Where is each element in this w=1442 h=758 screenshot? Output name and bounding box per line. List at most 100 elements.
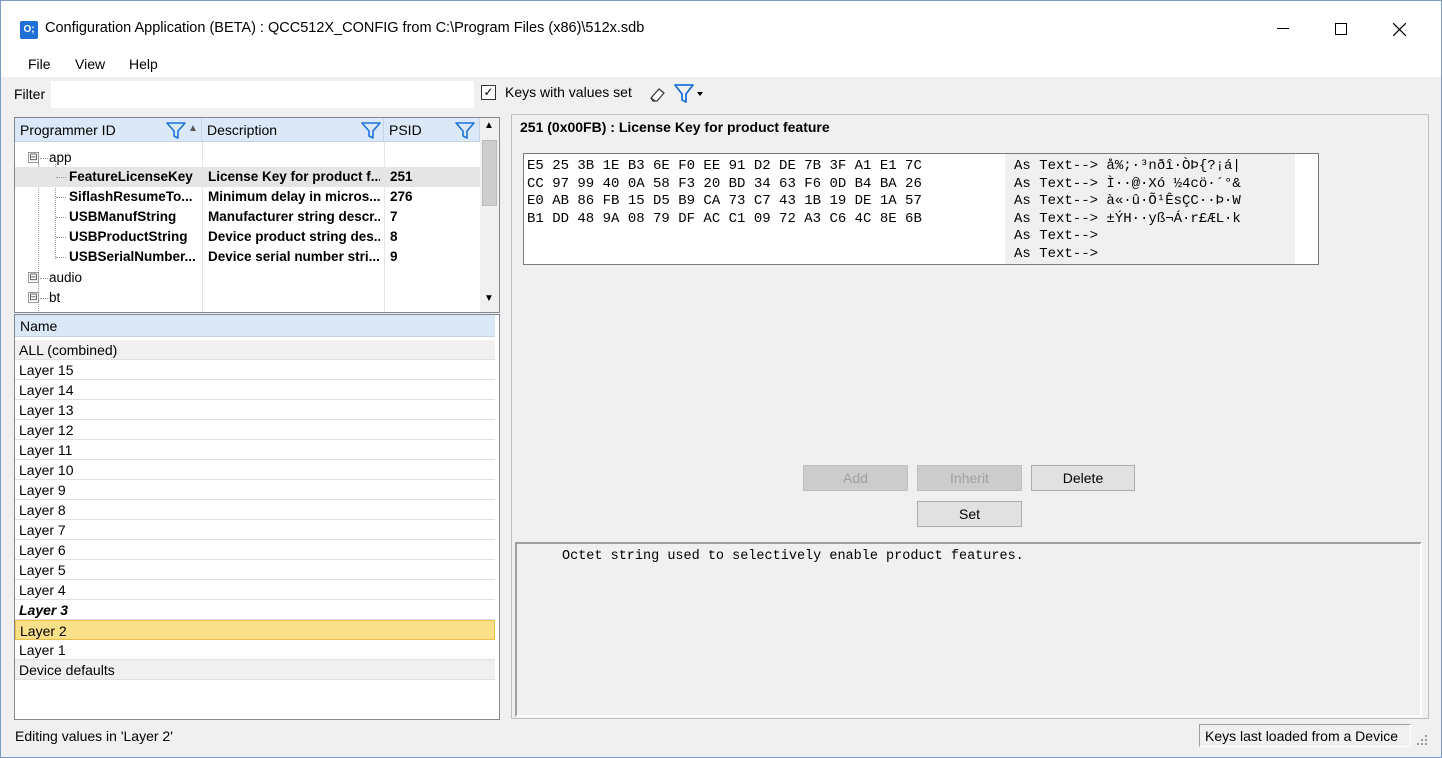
layer-item[interactable]: Layer 12 <box>15 420 495 440</box>
layer-item-selected[interactable]: Layer 2 <box>15 620 495 640</box>
status-text: Editing values in 'Layer 2' <box>15 728 173 744</box>
column-filter-icon[interactable] <box>360 121 382 139</box>
layer-item[interactable]: Layer 13 <box>15 400 495 420</box>
table-row[interactable]: USBProductString Device product string d… <box>15 227 481 247</box>
hex-line: CC 97 99 40 0A 58 F3 20 BD 34 63 F6 0D B… <box>527 176 922 192</box>
add-button[interactable]: Add <box>803 465 908 491</box>
layer-item[interactable]: Layer 9 <box>15 480 495 500</box>
maximize-icon <box>1335 23 1347 35</box>
grid-scrollbar[interactable]: ▲ ▼ <box>480 118 499 312</box>
hex-line: E0 AB 86 FB 15 D5 B9 CA 73 C7 43 1B 19 D… <box>527 193 922 209</box>
keys-with-values-checkbox[interactable]: ✓ <box>481 85 496 100</box>
eraser-icon[interactable] <box>648 85 668 103</box>
tree-line <box>56 197 66 198</box>
layer-list: Name ALL (combined) Layer 15 Layer 14 La… <box>14 314 500 720</box>
status-load-source: Keys last loaded from a Device <box>1199 724 1411 747</box>
table-row[interactable]: USBSerialNumber... Device serial number … <box>15 247 481 267</box>
column-programmer-id-label: Programmer ID <box>20 122 116 138</box>
layer-item[interactable]: Layer 4 <box>15 580 495 600</box>
cell-description: Minimum delay in micros... <box>208 189 380 204</box>
cell-psid: 8 <box>390 229 398 244</box>
layer-item[interactable]: Layer 15 <box>15 360 495 380</box>
maximize-button[interactable] <box>1318 9 1364 49</box>
as-text-line: As Text--> à«·û·Õ¹ÊsÇC··Þ·W <box>1014 193 1241 209</box>
app-window: O; Configuration Application (BETA) : QC… <box>0 0 1442 758</box>
layer-item[interactable]: Layer 11 <box>15 440 495 460</box>
cell-description: Device serial number stri... <box>208 249 380 264</box>
layer-item[interactable]: Layer 7 <box>15 520 495 540</box>
column-filter-icon[interactable] <box>454 121 476 139</box>
as-text-line: As Text--> Ì··@·Xó ½4cö·´°& <box>1014 176 1241 192</box>
column-filter-icon[interactable] <box>165 121 187 139</box>
column-psid[interactable]: PSID <box>384 118 480 142</box>
description-text: Octet string used to selectively enable … <box>562 549 1024 564</box>
layer-item[interactable]: Device defaults <box>15 660 495 680</box>
layer-item[interactable]: Layer 6 <box>15 540 495 560</box>
tree-line <box>56 257 66 258</box>
filter-label: Filter <box>14 86 46 102</box>
cell-programmer-id: USBSerialNumber... <box>69 249 196 264</box>
inherit-button[interactable]: Inherit <box>917 465 1022 491</box>
hex-editor[interactable]: E5 25 3B 1E B3 6E F0 EE 91 D2 DE 7B 3F A… <box>523 153 1319 265</box>
layer-item[interactable]: Layer 10 <box>15 460 495 480</box>
filter-funnel-dropdown-icon[interactable] <box>673 83 707 105</box>
as-text-line: As Text--> å%;·³nðî·ÒÞ{?¡á| <box>1014 158 1241 174</box>
layer-item[interactable]: Layer 3 <box>15 600 495 620</box>
column-description[interactable]: Description <box>202 118 384 142</box>
group-label: app <box>49 150 72 165</box>
collapse-icon[interactable]: ⊟ <box>28 152 39 163</box>
cell-programmer-id: USBProductString <box>69 229 188 244</box>
layer-item[interactable]: Layer 8 <box>15 500 495 520</box>
as-text-column: As Text--> å%;·³nðî·ÒÞ{?¡á| As Text--> Ì… <box>1005 154 1295 264</box>
menu-view[interactable]: View <box>75 56 105 72</box>
table-row[interactable]: FeatureLicenseKey License Key for produc… <box>15 167 481 187</box>
cell-psid: 276 <box>390 189 413 204</box>
tree-group-app[interactable]: ⊟ app <box>15 148 481 168</box>
key-heading: 251 (0x00FB) : License Key for product f… <box>520 119 830 135</box>
cell-programmer-id: FeatureLicenseKey <box>69 169 193 184</box>
column-description-label: Description <box>207 122 278 138</box>
minimize-button[interactable] <box>1260 9 1306 49</box>
resize-grip-icon[interactable] <box>1415 733 1429 747</box>
keys-with-values-label: Keys with values set <box>505 84 632 100</box>
collapse-icon[interactable]: ⊟ <box>28 272 39 283</box>
cell-psid: 7 <box>390 209 398 224</box>
group-label: bt <box>49 290 61 305</box>
layer-item[interactable]: Layer 5 <box>15 560 495 580</box>
minimize-icon <box>1277 28 1289 29</box>
filter-input[interactable] <box>51 81 474 108</box>
description-box: Octet string used to selectively enable … <box>515 542 1422 717</box>
column-programmer-id[interactable]: Programmer ID ▲ <box>15 118 202 142</box>
layer-list-header[interactable]: Name <box>15 315 495 337</box>
tree-group-audio[interactable]: ⊟ audio <box>15 268 481 288</box>
collapse-icon[interactable]: ⊟ <box>28 292 39 303</box>
layer-item[interactable]: Layer 14 <box>15 380 495 400</box>
table-row[interactable]: USBManufString Manufacturer string descr… <box>15 207 481 227</box>
cell-programmer-id: USBManufString <box>69 209 177 224</box>
scroll-up-icon[interactable]: ▲ <box>484 120 494 131</box>
scrollbar-thumb[interactable] <box>482 140 497 206</box>
close-button[interactable] <box>1376 9 1422 49</box>
table-row[interactable]: SiflashResumeTo... Minimum delay in micr… <box>15 187 481 207</box>
sort-ascending-icon: ▲ <box>188 123 198 134</box>
layer-item[interactable]: ALL (combined) <box>15 340 495 360</box>
tree-line <box>56 237 66 238</box>
menu-file[interactable]: File <box>28 56 51 72</box>
delete-button[interactable]: Delete <box>1031 465 1135 491</box>
as-text-line: As Text--> <box>1014 246 1099 262</box>
layer-item[interactable]: Layer 1 <box>15 640 495 660</box>
tree-line <box>40 298 48 299</box>
cell-programmer-id: SiflashResumeTo... <box>69 189 193 204</box>
tree-line <box>56 217 66 218</box>
set-button[interactable]: Set <box>917 501 1022 527</box>
menu-bar: File View Help <box>1 51 1441 77</box>
tree-line <box>56 177 66 178</box>
tree-group-bt[interactable]: ⊟ bt <box>15 288 481 308</box>
scroll-down-icon[interactable]: ▼ <box>484 293 494 304</box>
app-icon: O; <box>20 21 38 39</box>
hex-line: B1 DD 48 9A 08 79 DF AC C1 09 72 A3 C6 4… <box>527 211 922 227</box>
menu-help[interactable]: Help <box>129 56 158 72</box>
column-psid-label: PSID <box>389 122 422 138</box>
close-icon <box>1392 22 1406 36</box>
keys-grid: Programmer ID ▲ Description PSID ⊟ app F… <box>14 117 500 313</box>
